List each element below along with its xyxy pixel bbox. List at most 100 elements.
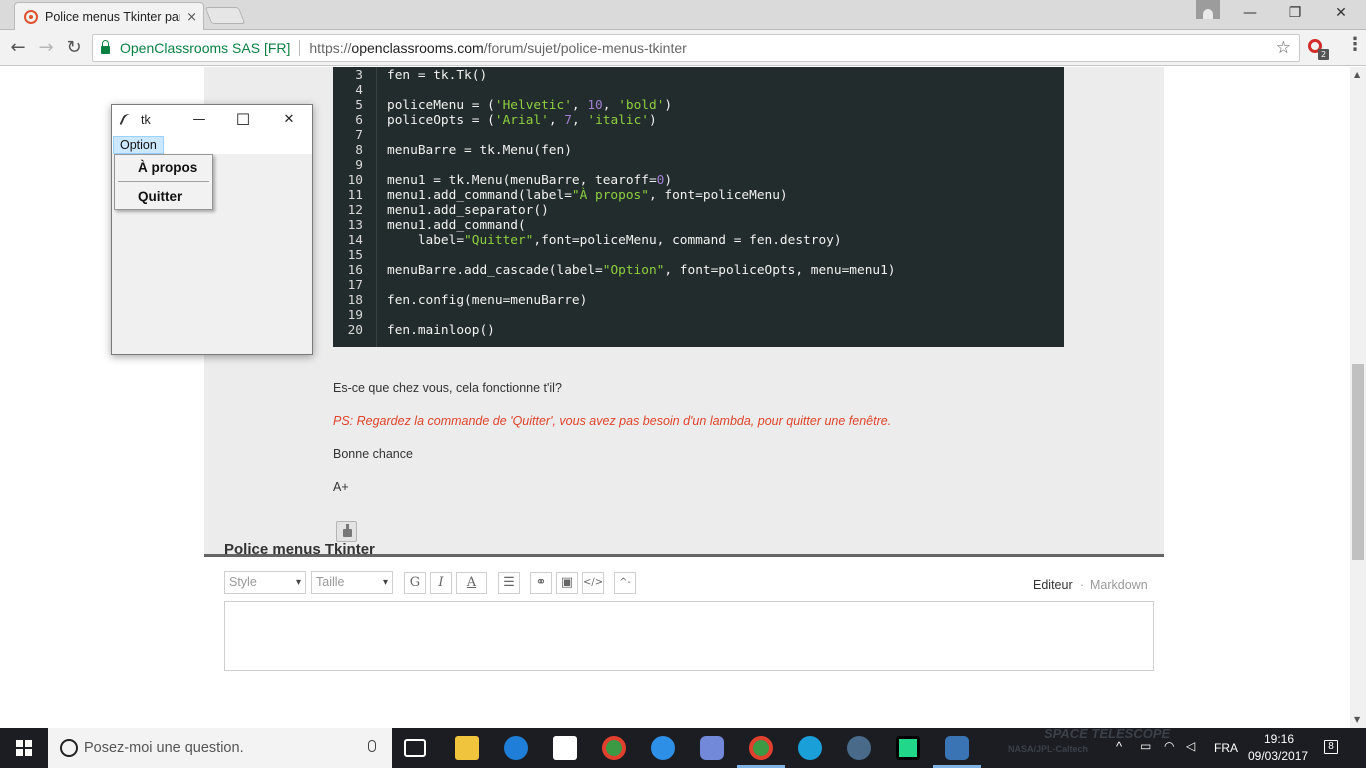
code-text: menu1.add_command(label="À propos", font… xyxy=(387,188,788,203)
internet-explorer-icon[interactable] xyxy=(651,736,675,760)
line-number: 6 xyxy=(355,113,363,128)
style-select[interactable]: Style xyxy=(224,571,306,594)
microphone-icon[interactable] xyxy=(368,740,376,752)
scroll-thumb[interactable] xyxy=(1352,364,1364,560)
code-text: fen = tk.Tk() xyxy=(387,68,488,83)
bookmark-star-icon[interactable]: ☆ xyxy=(1276,38,1291,58)
tk-menubar: Option xyxy=(112,135,312,154)
line-number: 4 xyxy=(355,83,363,98)
new-tab-button[interactable] xyxy=(204,7,246,24)
line-number: 10 xyxy=(347,173,363,188)
notifications-icon[interactable]: 8 xyxy=(1324,740,1338,754)
line-number: 17 xyxy=(347,278,363,293)
code-line: 19 xyxy=(333,308,1064,323)
tk-titlebar[interactable]: tk — ☐ ✕ xyxy=(112,105,312,135)
code-line: 18 fen.config(menu=menuBarre) xyxy=(333,293,1064,308)
tk-maximize-button[interactable]: ☐ xyxy=(233,110,253,130)
windows-taskbar: Posez-moi une question. SPACE TELESCOPE … xyxy=(0,728,1366,768)
search-placeholder: Posez-moi une question. xyxy=(84,740,244,756)
formula-button[interactable]: ^- xyxy=(614,572,636,594)
openclassrooms-favicon-icon xyxy=(24,10,38,24)
clock-date[interactable]: 09/03/2017 xyxy=(1248,749,1308,763)
window-close-button[interactable]: ✕ xyxy=(1329,3,1353,23)
code-text: fen.mainloop() xyxy=(387,323,495,338)
size-select[interactable]: Taille xyxy=(311,571,393,594)
chrome-active-icon[interactable] xyxy=(749,736,773,760)
code-line: 4 xyxy=(333,83,1064,98)
window-minimize-button[interactable]: — xyxy=(1238,3,1262,23)
address-separator xyxy=(299,40,301,56)
menu-item-about[interactable]: À propos xyxy=(138,160,197,175)
window-restore-button[interactable]: ❐ xyxy=(1283,3,1307,23)
chrome-menu-icon[interactable]: ⋮ xyxy=(1346,34,1364,55)
reload-button[interactable]: ↻ xyxy=(62,36,86,60)
browser-toolbar: ← → ↻ OpenClassrooms SAS [FR] https://op… xyxy=(0,30,1366,66)
pycharm-icon[interactable] xyxy=(896,736,920,760)
python-icon[interactable] xyxy=(945,736,969,760)
tray-overflow-icon[interactable]: ^ xyxy=(1116,739,1122,754)
cortana-icon xyxy=(60,739,78,757)
chrome-icon[interactable] xyxy=(602,736,626,760)
line-number: 3 xyxy=(355,68,363,83)
store-icon[interactable] xyxy=(553,736,577,760)
user-profile-icon[interactable] xyxy=(1196,0,1220,19)
scroll-down-icon[interactable]: ▼ xyxy=(1354,715,1360,724)
code-line: 8 menuBarre = tk.Menu(fen) xyxy=(333,143,1064,158)
edge-icon[interactable] xyxy=(504,736,528,760)
file-explorer-icon[interactable] xyxy=(455,736,479,760)
bold-button[interactable]: G xyxy=(404,572,426,594)
wifi-icon[interactable]: ◠ xyxy=(1164,739,1174,753)
color-button[interactable]: A xyxy=(456,572,487,594)
tab-title: Police menus Tkinter par xyxy=(45,10,181,24)
code-line: 7 xyxy=(333,128,1064,143)
cortana-search-box[interactable]: Posez-moi une question. xyxy=(48,728,392,768)
steam-icon[interactable] xyxy=(847,736,871,760)
markdown-mode-tab[interactable]: Markdown xyxy=(1090,578,1148,592)
code-line: 12 menu1.add_separator() xyxy=(333,203,1064,218)
tk-window-title: tk xyxy=(141,113,151,127)
volume-icon[interactable]: ◁ xyxy=(1186,739,1195,753)
clock-time[interactable]: 19:16 xyxy=(1264,732,1294,746)
line-number: 15 xyxy=(347,248,363,263)
thumbs-up-button[interactable] xyxy=(336,521,357,542)
line-number: 9 xyxy=(355,158,363,173)
code-button[interactable]: </> xyxy=(582,572,604,594)
start-button[interactable] xyxy=(0,728,48,768)
line-number: 20 xyxy=(347,323,363,338)
line-number: 14 xyxy=(347,233,363,248)
browser-tab[interactable]: Police menus Tkinter par × xyxy=(14,2,204,31)
windows-logo-icon xyxy=(16,740,32,756)
site-identity[interactable]: OpenClassrooms SAS [FR] xyxy=(120,40,290,56)
italic-button[interactable]: I xyxy=(430,572,452,594)
reply-title: Police menus Tkinter xyxy=(224,541,375,558)
skype-icon[interactable] xyxy=(798,736,822,760)
scroll-up-icon[interactable]: ▲ xyxy=(1354,70,1360,79)
line-number: 5 xyxy=(355,98,363,113)
back-button[interactable]: ← xyxy=(6,36,30,60)
editor-mode-tab[interactable]: Editeur xyxy=(1033,578,1073,592)
reply-textarea[interactable] xyxy=(224,601,1154,671)
code-text: policeOpts = ('Arial', 7, 'italic') xyxy=(387,113,657,128)
task-view-icon[interactable] xyxy=(404,739,426,757)
code-line: 9 xyxy=(333,158,1064,173)
address-bar[interactable]: OpenClassrooms SAS [FR] https://openclas… xyxy=(92,34,1300,62)
line-number: 16 xyxy=(347,263,363,278)
tk-minimize-button[interactable]: — xyxy=(189,110,209,130)
language-indicator[interactable]: FRA xyxy=(1214,741,1238,755)
discord-icon[interactable] xyxy=(700,736,724,760)
extension-badge: 2 xyxy=(1318,49,1329,60)
battery-icon[interactable]: ▭ xyxy=(1140,739,1151,753)
lock-icon[interactable] xyxy=(101,40,110,54)
image-button[interactable]: ▣ xyxy=(556,572,578,594)
forward-button[interactable]: → xyxy=(34,36,58,60)
tk-close-button[interactable]: ✕ xyxy=(279,110,299,130)
link-button[interactable]: ⚭ xyxy=(530,572,552,594)
tk-menu-option[interactable]: Option xyxy=(113,136,164,154)
url-text[interactable]: https://openclassrooms.com/forum/sujet/p… xyxy=(309,40,686,56)
menu-item-quit[interactable]: Quitter xyxy=(138,189,182,204)
line-number: 11 xyxy=(347,188,363,203)
list-button[interactable]: ☰ xyxy=(498,572,520,594)
page-scrollbar[interactable]: ▲ ▼ xyxy=(1350,67,1366,728)
code-text: fen.config(menu=menuBarre) xyxy=(387,293,588,308)
tab-close-icon[interactable]: × xyxy=(186,10,197,25)
